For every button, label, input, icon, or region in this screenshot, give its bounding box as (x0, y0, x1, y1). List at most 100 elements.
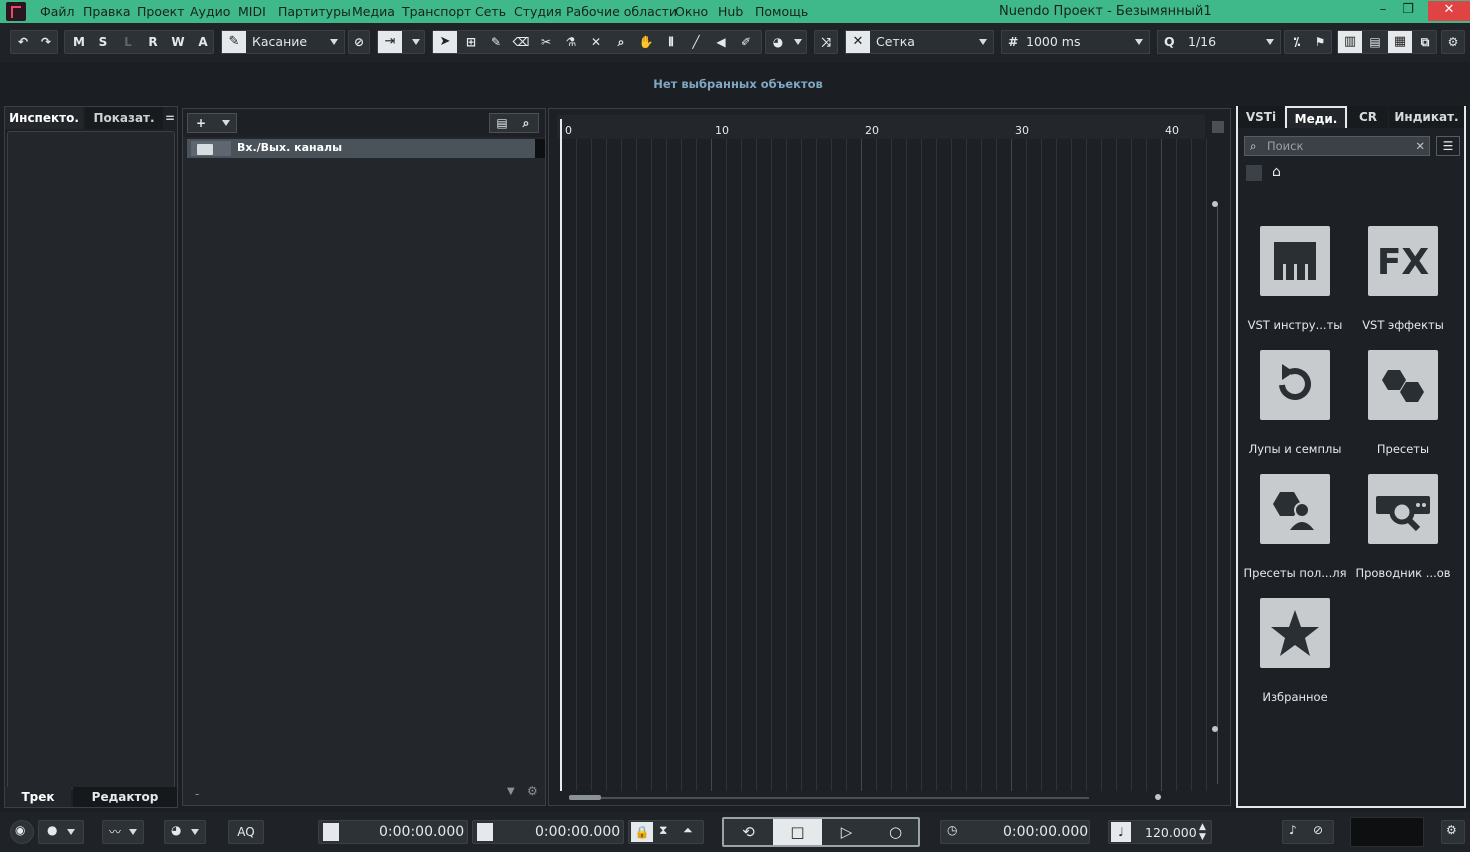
record-mode-select[interactable]: ● (38, 820, 84, 844)
menu-studio[interactable]: Студия (514, 4, 562, 19)
tab-media[interactable]: Меди. (1285, 106, 1347, 128)
right-locator-field[interactable]: 0:00:00.000 (472, 820, 624, 844)
track-list-view-icon[interactable]: ▤ (490, 112, 514, 134)
mute-button[interactable]: M (67, 31, 91, 53)
automation-button[interactable]: A (191, 31, 215, 53)
zoom-handle[interactable] (1212, 201, 1218, 207)
project-cursor[interactable] (560, 119, 562, 791)
tab-visibility[interactable]: Показат. (85, 107, 163, 129)
left-zone-menu-button[interactable]: = (161, 107, 179, 129)
menu-media[interactable]: Медиа (352, 4, 395, 19)
automation-mode-select[interactable]: ✎ Касание (221, 30, 345, 54)
audio-record-mode-select[interactable]: 〰 (102, 820, 144, 844)
zoom-handle[interactable] (1212, 726, 1218, 732)
midi-record-mode-select[interactable]: ◕ (164, 820, 206, 844)
app-logo-icon[interactable] (6, 2, 26, 21)
glue-tool-icon[interactable]: ⚗ (559, 31, 583, 53)
menu-scores[interactable]: Партитуры (278, 4, 351, 19)
back-icon[interactable] (1246, 165, 1262, 181)
menu-file[interactable]: Файл (40, 4, 75, 19)
range-tool-icon[interactable]: ⊞ (459, 31, 483, 53)
transport-settings-button[interactable]: ⚙ (1441, 820, 1465, 844)
media-browser-tile[interactable] (1368, 474, 1438, 544)
hand-tool-icon[interactable]: ✋ (634, 31, 658, 53)
menu-transport[interactable]: Транспорт (402, 4, 471, 19)
tab-inspector[interactable]: Инспекто. (5, 107, 83, 129)
close-button[interactable]: ✕ (1428, 1, 1470, 21)
snap-type-select[interactable]: ✕ Сетка (845, 30, 994, 54)
restore-button[interactable]: ❐ (1397, 1, 1419, 21)
menu-audio[interactable]: Аудио (190, 4, 230, 19)
favorites-tile[interactable] (1260, 598, 1330, 668)
left-zone-toggle-icon[interactable]: ▥ (1338, 31, 1362, 53)
stop-icon[interactable]: □ (773, 819, 822, 845)
horizontal-scrollbar[interactable] (569, 797, 1089, 799)
solo-button[interactable]: S (91, 31, 115, 53)
precount-icon[interactable]: ⊘ (1313, 823, 1323, 837)
menu-project[interactable]: Проект (137, 4, 185, 19)
auto-fades-button[interactable]: ⊘ (348, 30, 370, 54)
punch-out-icon[interactable]: ⏶ (683, 823, 693, 838)
autoscroll-group[interactable]: ⇥ (377, 30, 425, 54)
split-tool-icon[interactable]: ✂ (534, 31, 558, 53)
tempo-stepper-icon[interactable]: ▲ ▼ (1199, 822, 1206, 842)
left-locator-field[interactable]: 0:00:00.000 (318, 820, 468, 844)
position-field[interactable]: ◷ 0:00:00.000 (940, 820, 1090, 844)
horizontal-zoom-handle[interactable] (1155, 794, 1161, 800)
gear-icon[interactable]: ⚙ (527, 784, 538, 798)
menu-midi[interactable]: MIDI (238, 4, 266, 19)
redo-icon[interactable]: ↷ (34, 31, 58, 53)
minimize-button[interactable]: – (1372, 1, 1394, 21)
list-view-icon[interactable]: ☰ (1436, 136, 1460, 156)
comp-tool-icon[interactable]: ⦀ (659, 31, 683, 53)
window-layout-icon[interactable]: ⧉ (1413, 31, 1437, 53)
record-button-icon[interactable]: ○ (871, 819, 920, 845)
lower-zone-toggle-icon[interactable]: ▤ (1363, 31, 1387, 53)
clear-search-icon[interactable]: ✕ (1415, 137, 1425, 155)
line-tool-icon[interactable]: ╱ (684, 31, 708, 53)
track-row[interactable]: Вх./Вых. каналы (187, 139, 545, 158)
play-tool-icon[interactable]: ◀ (709, 31, 733, 53)
object-selection-tool-icon[interactable]: ➤ (433, 31, 457, 53)
listen-button[interactable]: L (116, 31, 140, 53)
menu-help[interactable]: Помощь (755, 4, 808, 19)
menu-network[interactable]: Сеть (475, 4, 506, 19)
menu-workspaces[interactable]: Рабочие области (566, 4, 677, 19)
metronome-icon[interactable]: ♪ (1289, 823, 1297, 837)
tab-track[interactable]: Трек (5, 787, 71, 807)
toolbar-settings-button[interactable]: ⚙ (1441, 30, 1465, 54)
undo-icon[interactable]: ↶ (11, 31, 35, 53)
quantize-panel-icon[interactable]: ⚑ (1308, 31, 1332, 53)
iterative-quantize-icon[interactable]: ⁒ (1285, 31, 1309, 53)
tab-control-room[interactable]: CR (1348, 106, 1388, 128)
activate-project-button[interactable]: ◉ (10, 820, 34, 844)
menu-window[interactable]: Окно (675, 4, 708, 19)
horizontal-scrollbar-thumb[interactable] (569, 795, 601, 800)
ruler-menu-button[interactable] (1212, 121, 1224, 133)
add-track-button[interactable]: + (187, 113, 237, 133)
read-button[interactable]: R (141, 31, 165, 53)
tempo-track-icon[interactable]: ♩ (1111, 822, 1131, 842)
play-icon[interactable]: ▷ (822, 819, 871, 845)
quantize-select[interactable]: Q 1/16 (1157, 30, 1281, 54)
lock-icon[interactable]: 🔒 (631, 822, 653, 842)
vertical-zoom-slider[interactable] (1217, 204, 1218, 784)
track-list-zoom-out[interactable]: - (195, 787, 199, 801)
punch-in-icon[interactable]: ⧗ (659, 823, 667, 838)
tab-editor[interactable]: Редактор (73, 787, 177, 807)
search-icon[interactable]: ⌕ (514, 112, 538, 134)
ruler[interactable]: 0 10 20 30 40 (557, 115, 1205, 139)
home-icon[interactable]: ⌂ (1272, 164, 1281, 180)
tab-meter[interactable]: Индикат. (1389, 106, 1464, 128)
color-tool-icon[interactable]: ✐ (734, 31, 758, 53)
presets-tile[interactable] (1368, 350, 1438, 420)
search-input[interactable]: ⌕ Поиск ✕ (1244, 136, 1430, 156)
snap-zero-button[interactable]: ⤨ (814, 30, 838, 54)
auto-quantize-button[interactable]: AQ (228, 820, 264, 844)
tempo-field[interactable]: ♩ 120.000 ▲ ▼ (1108, 820, 1212, 844)
draw-tool-icon[interactable]: ✎ (484, 31, 508, 53)
menu-edit[interactable]: Правка (83, 4, 131, 19)
cycle-icon[interactable]: ⟲ (724, 819, 773, 845)
vst-effects-tile[interactable]: FX (1368, 226, 1438, 296)
vst-instruments-tile[interactable] (1260, 226, 1330, 296)
